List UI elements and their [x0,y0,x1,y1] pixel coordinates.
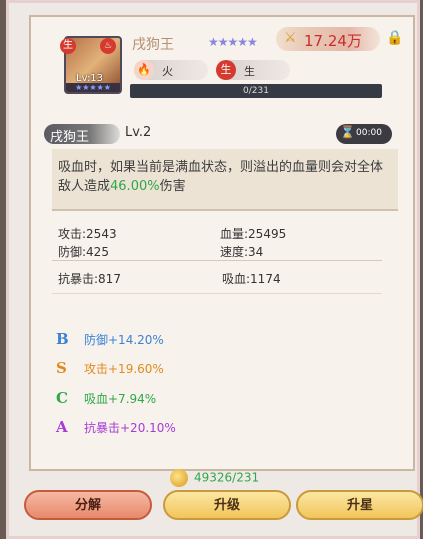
bonus-text: 攻击+19.60% [84,362,164,376]
skill-timer-value: 00:00 [356,128,382,138]
life-icon: 生 [216,60,236,80]
gold-cost: 49326/231 [170,469,259,487]
bonus-grade: C [56,389,68,407]
bonus-row: S 攻击+19.60% [56,359,164,377]
stat-attack: 攻击:2543 [58,227,117,241]
stats-divider [52,260,382,261]
hero-name: 戌狗王 [132,37,174,53]
crossed-swords-icon: ⚔ [284,30,297,46]
rarity-stars: ★★★★★ [208,35,258,49]
element-fire: 🔥 火 [134,60,208,80]
stats-divider-2 [52,293,382,294]
stat-defense: 防御:425 [58,245,109,259]
element-fire-label: 火 [162,65,173,78]
skill-name: 戌狗王 [50,130,90,145]
fire-icon: 🔥 [134,60,154,80]
bonus-row: C 吸血+7.94% [56,389,156,407]
exp-text: 0/231 [243,86,269,96]
skill-desc-text: 吸血时，如果当前是满血状态，则溢出的血量则会对全体敌人造成 [58,160,384,194]
stat-crit-resist: 抗暴击:817 [58,272,121,286]
power-value: 17.24万 [304,32,362,50]
skill-level: Lv.2 [125,125,152,140]
skill-description: 吸血时，如果当前是满血状态，则溢出的血量则会对全体敌人造成46.00%伤害 [52,149,398,211]
bonus-text: 吸血+7.94% [84,392,157,406]
bonus-grade: B [56,330,69,348]
fire-badge-icon: ♨ [100,38,116,54]
portrait-stars: ★★★★★ [66,83,120,92]
exp-bar: 0/231 [130,84,382,98]
skill-timer: ⌛ 00:00 [336,124,392,144]
stat-lifesteal: 吸血:1174 [222,272,281,286]
bonus-grade: A [56,418,68,436]
lock-icon[interactable]: 🔒 [386,30,403,46]
hourglass-icon: ⌛ [340,125,355,139]
upgrade-button[interactable]: 升级 [163,490,291,520]
bonus-text: 抗暴击+20.10% [84,421,176,435]
bonus-grade: S [56,359,67,377]
bonus-text: 防御+14.20% [84,333,164,347]
stat-hp: 血量:25495 [220,227,287,241]
star-up-button[interactable]: 升星 [296,490,423,520]
element-life-label: 生 [244,65,255,78]
skill-desc-highlight: 46.00% [110,179,160,194]
element-life: 生 生 [216,60,290,80]
bonus-row: A 抗暴击+20.10% [56,418,176,436]
skill-name-pill: 戌狗王 [44,124,120,145]
skill-desc-suffix: 伤害 [159,179,186,194]
portrait-element-badge: 生 [60,38,76,54]
gold-coin-icon [170,469,188,487]
power-display: ⚔ 17.24万 [276,27,380,51]
decompose-button[interactable]: 分解 [24,490,152,520]
bonus-row: B 防御+14.20% [56,330,164,348]
gold-value: 49326/231 [194,470,260,485]
stat-speed: 速度:34 [220,245,264,259]
